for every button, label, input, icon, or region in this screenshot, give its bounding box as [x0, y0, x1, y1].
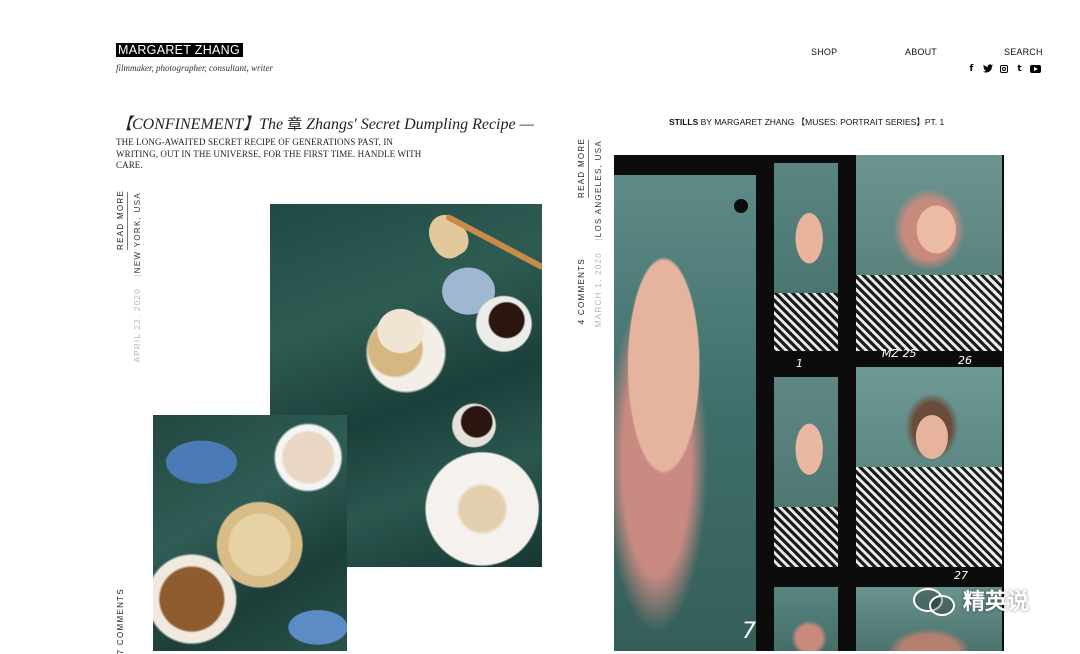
post-title-char: 章	[287, 115, 303, 133]
stills-title-bold: STILLS	[669, 117, 699, 127]
post-date-2: MARCH 1, 2020	[594, 252, 603, 328]
read-more-link[interactable]: READ MORE	[116, 190, 128, 250]
film-frame	[856, 155, 1002, 351]
brand-name[interactable]: MARGARET ZHANG	[116, 43, 244, 57]
post-title-prefix: 【CONFINEMENT】The	[116, 116, 288, 133]
nav-about[interactable]: ABOUT	[905, 47, 937, 57]
facebook-icon[interactable]: f	[966, 63, 977, 74]
meta-separator-2: |	[594, 237, 603, 241]
film-frame	[774, 377, 838, 567]
post-title[interactable]: 【CONFINEMENT】The 章 Zhangs' Secret Dumpli…	[116, 110, 534, 134]
twitter-icon[interactable]	[982, 63, 993, 74]
wechat-bubble	[929, 595, 955, 616]
stills-title-rest: BY MARGARET ZHANG 【MUSES: PORTRAIT SERIE…	[698, 117, 945, 127]
film-mark-7: 7	[742, 619, 756, 644]
youtube-glyph	[1030, 64, 1041, 73]
film-hole	[734, 199, 748, 213]
twitter-glyph	[982, 64, 993, 73]
nav-shop[interactable]: SHOP	[811, 47, 837, 57]
meta-separator: |	[133, 273, 142, 277]
wechat-icon	[913, 585, 957, 616]
film-mark-26: 26	[958, 354, 972, 367]
dumplings-photo-secondary[interactable]	[153, 415, 347, 651]
tumblr-icon[interactable]: t	[1014, 63, 1025, 74]
film-mark-mz25: MZ 25	[882, 347, 917, 360]
film-mark-27: 27	[954, 569, 968, 582]
post-location: NEW YORK, USA	[133, 192, 142, 274]
read-more-link-2[interactable]: READ MORE	[577, 138, 589, 198]
facebook-glyph: f	[969, 63, 974, 74]
social-links: f t	[966, 63, 1041, 74]
post-excerpt: THE LONG-AWAITED SECRET RECIPE OF GENERA…	[116, 137, 422, 170]
post-location-2: LOS ANGELES, USA	[594, 140, 603, 238]
film-frame	[856, 367, 1002, 567]
post-date: APRIL 23, 2020	[133, 288, 142, 363]
film-frame	[774, 163, 838, 351]
brand[interactable]: MARGARET ZHANG filmmaker, photographer, …	[116, 41, 273, 73]
film-mark-1: 1	[796, 357, 803, 370]
post-title-suffix: Zhangs' Secret Dumpling Recipe —	[302, 116, 534, 133]
comments-link[interactable]: 7 COMMENTS	[116, 588, 125, 654]
watermark: 精英说	[913, 584, 1029, 616]
nav-search[interactable]: SEARCH	[1004, 47, 1043, 57]
brand-tagline: filmmaker, photographer, consultant, wri…	[116, 63, 273, 73]
youtube-icon[interactable]	[1030, 63, 1041, 74]
contact-sheet-photo[interactable]: 1 MZ 25 26 27 7	[614, 155, 1004, 651]
film-frame	[614, 175, 756, 651]
stills-post-title[interactable]: STILLS BY MARGARET ZHANG 【MUSES: PORTRAI…	[669, 116, 944, 128]
comments-link-2[interactable]: 4 COMMENTS	[577, 258, 586, 324]
instagram-glyph	[999, 64, 1008, 73]
instagram-icon[interactable]	[998, 63, 1009, 74]
film-frame	[774, 587, 838, 651]
tumblr-glyph: t	[1017, 63, 1022, 74]
watermark-text: 精英说	[963, 590, 1030, 615]
